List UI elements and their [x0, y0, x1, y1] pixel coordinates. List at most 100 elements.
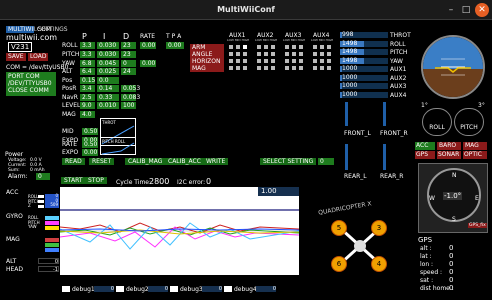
- acc-z-checkbox[interactable]: [38, 205, 44, 208]
- close-icon[interactable]: ✕: [475, 3, 489, 17]
- aux-checkbox[interactable]: [299, 52, 303, 56]
- pid-p-field[interactable]: 2.5: [80, 94, 95, 101]
- aux-checkbox[interactable]: [292, 52, 296, 56]
- aux-checkbox[interactable]: [264, 52, 268, 56]
- aux-checkbox[interactable]: [271, 52, 275, 56]
- aux-checkbox[interactable]: [236, 52, 240, 56]
- mid-value[interactable]: 0.50: [82, 128, 98, 135]
- aux-checkbox[interactable]: [299, 45, 303, 49]
- aux-checkbox[interactable]: [327, 52, 331, 56]
- rate-field[interactable]: 0.00: [140, 42, 156, 49]
- acc-pitch-checkbox[interactable]: [38, 200, 44, 203]
- save-button[interactable]: SAVE: [6, 53, 26, 61]
- aux-checkbox[interactable]: [327, 59, 331, 63]
- aux-checkbox[interactable]: [320, 45, 324, 49]
- rate-field[interactable]: 0.00: [140, 60, 156, 67]
- aux-checkbox[interactable]: [313, 66, 317, 70]
- aux-checkbox[interactable]: [243, 59, 247, 63]
- aux-checkbox[interactable]: [264, 59, 268, 63]
- aux-checkbox[interactable]: [327, 66, 331, 70]
- pid-i-field[interactable]: 0.025: [97, 68, 119, 75]
- pid-i-field[interactable]: 0.33: [97, 94, 119, 101]
- start-button[interactable]: START: [61, 177, 86, 184]
- aux-checkbox[interactable]: [313, 59, 317, 63]
- tab-multiwii[interactable]: MULTIWII.COM: [6, 26, 51, 33]
- aux-checkbox[interactable]: [257, 52, 261, 56]
- aux-checkbox[interactable]: [292, 66, 296, 70]
- tab-settings[interactable]: SETTINGS: [36, 26, 68, 33]
- pid-p-field[interactable]: 3.4: [80, 85, 95, 92]
- pid-d-field[interactable]: 24: [121, 68, 136, 75]
- pid-p-field[interactable]: 9.0: [80, 102, 95, 109]
- aux-checkbox[interactable]: [285, 59, 289, 63]
- calib-mag-button[interactable]: CALIB_MAG: [125, 158, 166, 165]
- port-device[interactable]: /DEV/TTYUSB0: [8, 80, 56, 87]
- aux-checkbox[interactable]: [313, 45, 317, 49]
- expo2-value[interactable]: 0.00: [82, 149, 98, 156]
- aux-checkbox[interactable]: [271, 45, 275, 49]
- pid-i-field[interactable]: 0.030: [97, 51, 119, 58]
- aux-checkbox[interactable]: [257, 45, 261, 49]
- pid-p-field[interactable]: 3.3: [80, 42, 95, 49]
- maximize-icon[interactable]: □: [459, 3, 473, 17]
- pid-d-field[interactable]: 23: [121, 51, 136, 58]
- aux-checkbox[interactable]: [299, 59, 303, 63]
- aux-checkbox[interactable]: [320, 59, 324, 63]
- calib-acc-button[interactable]: CALIB_ACC: [165, 158, 204, 165]
- aux-checkbox[interactable]: [243, 66, 247, 70]
- pid-p-field[interactable]: 6.4: [80, 68, 95, 75]
- aux-checkbox[interactable]: [264, 45, 268, 49]
- aux-checkbox[interactable]: [229, 52, 233, 56]
- close-comm-button[interactable]: CLOSE COMM: [8, 87, 56, 94]
- port-com[interactable]: PORT COM: [8, 73, 56, 80]
- aux-checkbox[interactable]: [313, 52, 317, 56]
- pid-i-field[interactable]: 0.045: [97, 60, 119, 67]
- pid-p-field[interactable]: 4.0: [80, 111, 95, 118]
- setting-value[interactable]: 0: [318, 158, 334, 165]
- aux-checkbox[interactable]: [229, 45, 233, 49]
- load-button[interactable]: LOAD: [28, 53, 49, 61]
- pid-i-field[interactable]: 0.0: [97, 77, 119, 84]
- aux-checkbox[interactable]: [271, 59, 275, 63]
- port-panel[interactable]: PORT COM /DEV/TTYUSB0 CLOSE COMM: [6, 72, 56, 96]
- alarm-field[interactable]: 0: [36, 173, 50, 180]
- aux-checkbox[interactable]: [292, 45, 296, 49]
- write-button[interactable]: WRITE: [203, 158, 229, 165]
- aux-checkbox[interactable]: [257, 66, 261, 70]
- aux-checkbox[interactable]: [271, 66, 275, 70]
- aux-checkbox[interactable]: [320, 66, 324, 70]
- aux-checkbox[interactable]: [264, 66, 268, 70]
- aux-checkbox[interactable]: [229, 66, 233, 70]
- pid-i-field[interactable]: 0.14: [97, 85, 119, 92]
- aux-checkbox[interactable]: [236, 45, 240, 49]
- aux-checkbox[interactable]: [236, 59, 240, 63]
- pid-d-field[interactable]: 0.083: [121, 94, 140, 101]
- minimize-icon[interactable]: –: [444, 3, 458, 17]
- pid-d-field[interactable]: 100: [121, 102, 136, 109]
- aux-checkbox[interactable]: [320, 52, 324, 56]
- aux-checkbox[interactable]: [299, 66, 303, 70]
- rate2-value[interactable]: 0.50: [82, 141, 98, 148]
- pid-p-field[interactable]: 3.3: [80, 51, 95, 58]
- pid-p-field[interactable]: 6.8: [80, 60, 95, 67]
- pid-d-field[interactable]: 0.053: [121, 85, 140, 92]
- reset-button[interactable]: RESET: [89, 158, 115, 165]
- aux-checkbox[interactable]: [285, 52, 289, 56]
- acc-roll-checkbox[interactable]: [38, 195, 44, 198]
- pid-i-field[interactable]: 0.010: [97, 102, 119, 109]
- tpa-value[interactable]: 0.00: [166, 42, 184, 49]
- aux-checkbox[interactable]: [327, 45, 331, 49]
- read-button[interactable]: READ: [62, 158, 85, 165]
- aux-checkbox[interactable]: [257, 59, 261, 63]
- aux-checkbox[interactable]: [285, 45, 289, 49]
- aux-checkbox[interactable]: [243, 45, 247, 49]
- pid-d-field[interactable]: 0: [121, 60, 136, 67]
- pid-d-field[interactable]: 23: [121, 42, 136, 49]
- pid-p-field[interactable]: 0.15: [80, 77, 95, 84]
- aux-checkbox[interactable]: [292, 59, 296, 63]
- aux-checkbox[interactable]: [243, 52, 247, 56]
- stop-button[interactable]: STOP: [85, 177, 107, 184]
- pid-i-field[interactable]: 0.030: [97, 42, 119, 49]
- aux-checkbox[interactable]: [229, 59, 233, 63]
- aux-checkbox[interactable]: [285, 66, 289, 70]
